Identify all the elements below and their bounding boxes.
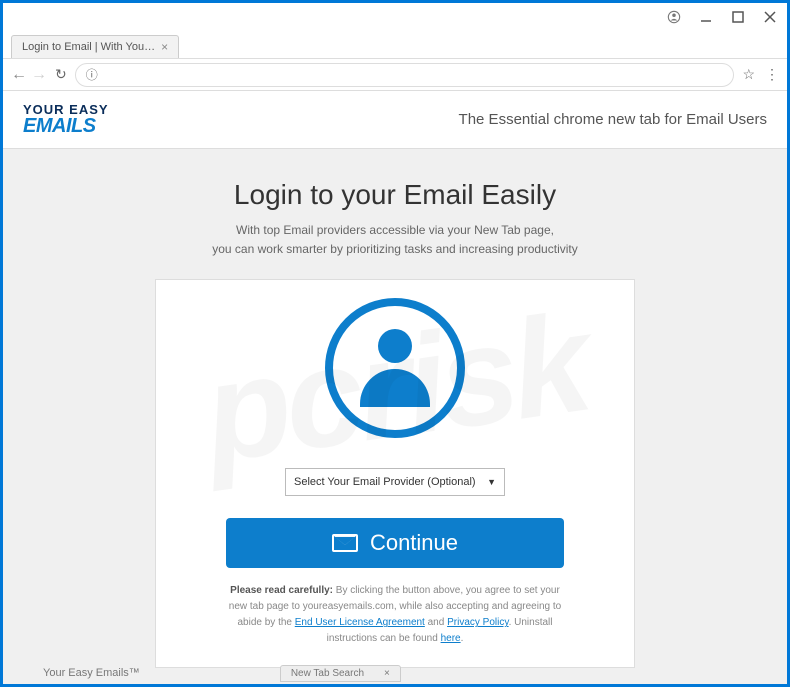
- user-account-icon[interactable]: [667, 10, 681, 24]
- logo: YOUR EASY EMAILS: [23, 103, 109, 136]
- envelope-icon: [332, 534, 358, 552]
- browser-tab[interactable]: Login to Email | With You… ×: [11, 35, 179, 58]
- eula-link[interactable]: End User License Agreement: [295, 617, 425, 628]
- disclaimer-text: Please read carefully: By clicking the b…: [226, 583, 564, 647]
- user-avatar-icon: [325, 298, 465, 438]
- continue-label: Continue: [370, 530, 458, 556]
- url-input[interactable]: ⓘ: [75, 63, 735, 87]
- logo-text-bottom: EMAILS: [23, 116, 109, 136]
- address-bar: ← → ↻ ⓘ ☆ ⋮: [3, 59, 787, 91]
- page-content: pcrisk YOUR EASY EMAILS The Essential ch…: [3, 91, 787, 684]
- window-titlebar: [3, 3, 787, 31]
- continue-button[interactable]: Continue: [226, 518, 564, 568]
- reload-icon[interactable]: ↻: [55, 66, 67, 83]
- tab-title: Login to Email | With You…: [22, 41, 155, 53]
- page-subheading: With top Email providers accessible via …: [3, 221, 787, 259]
- minimize-icon[interactable]: [699, 10, 713, 24]
- star-icon[interactable]: ☆: [742, 66, 755, 83]
- page-body: Login to your Email Easily With top Emai…: [3, 149, 787, 668]
- back-icon[interactable]: ←: [11, 66, 27, 84]
- tagline: The Essential chrome new tab for Email U…: [459, 111, 767, 128]
- menu-icon[interactable]: ⋮: [765, 66, 779, 83]
- info-icon: ⓘ: [86, 66, 98, 83]
- forward-icon[interactable]: →: [31, 66, 47, 84]
- site-header: YOUR EASY EMAILS The Essential chrome ne…: [3, 91, 787, 149]
- footer-tab[interactable]: New Tab Search ×: [280, 665, 401, 682]
- close-icon[interactable]: [763, 10, 777, 24]
- footer-tab-close-icon[interactable]: ×: [384, 668, 390, 679]
- login-card: Select Your Email Provider (Optional) ▼ …: [155, 279, 635, 668]
- footer-brand: Your Easy Emails™: [43, 667, 140, 679]
- maximize-icon[interactable]: [731, 10, 745, 24]
- page-heading: Login to your Email Easily: [3, 179, 787, 211]
- chevron-down-icon: ▼: [487, 477, 496, 487]
- here-link[interactable]: here: [441, 633, 461, 644]
- email-provider-select[interactable]: Select Your Email Provider (Optional) ▼: [285, 468, 505, 496]
- browser-tabbar: Login to Email | With You… ×: [3, 31, 787, 59]
- tab-close-icon[interactable]: ×: [161, 40, 168, 54]
- select-placeholder: Select Your Email Provider (Optional): [294, 476, 476, 488]
- privacy-link[interactable]: Privacy Policy: [447, 617, 509, 628]
- footer-bar: Your Easy Emails™ New Tab Search ×: [3, 662, 787, 684]
